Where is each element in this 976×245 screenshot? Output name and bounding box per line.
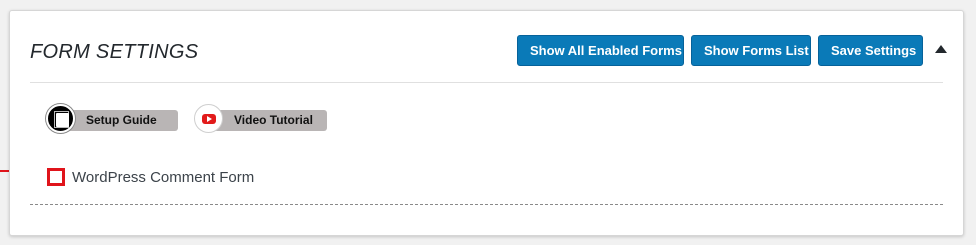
setup-guide-label: Setup Guide [86, 113, 157, 127]
show-all-enabled-forms-button[interactable]: Show All Enabled Forms [517, 35, 684, 66]
page-title: FORM SETTINGS [30, 41, 199, 63]
video-tutorial-label: Video Tutorial [234, 113, 313, 127]
form-divider [30, 204, 943, 205]
wordpress-comment-form-checkbox[interactable] [47, 168, 65, 186]
form-settings-panel: FORM SETTINGS Show All Enabled Forms Sho… [9, 10, 964, 236]
show-forms-list-button[interactable]: Show Forms List [691, 35, 811, 66]
wordpress-comment-form-label[interactable]: WordPress Comment Form [72, 169, 254, 186]
document-icon [46, 104, 75, 133]
video-tutorial-link[interactable]: Video Tutorial [194, 104, 327, 133]
youtube-icon [194, 104, 223, 133]
setup-guide-link[interactable]: Setup Guide [46, 104, 178, 133]
save-settings-button[interactable]: Save Settings [818, 35, 923, 66]
collapse-toggle-icon[interactable] [935, 45, 947, 53]
header-divider [30, 82, 943, 83]
